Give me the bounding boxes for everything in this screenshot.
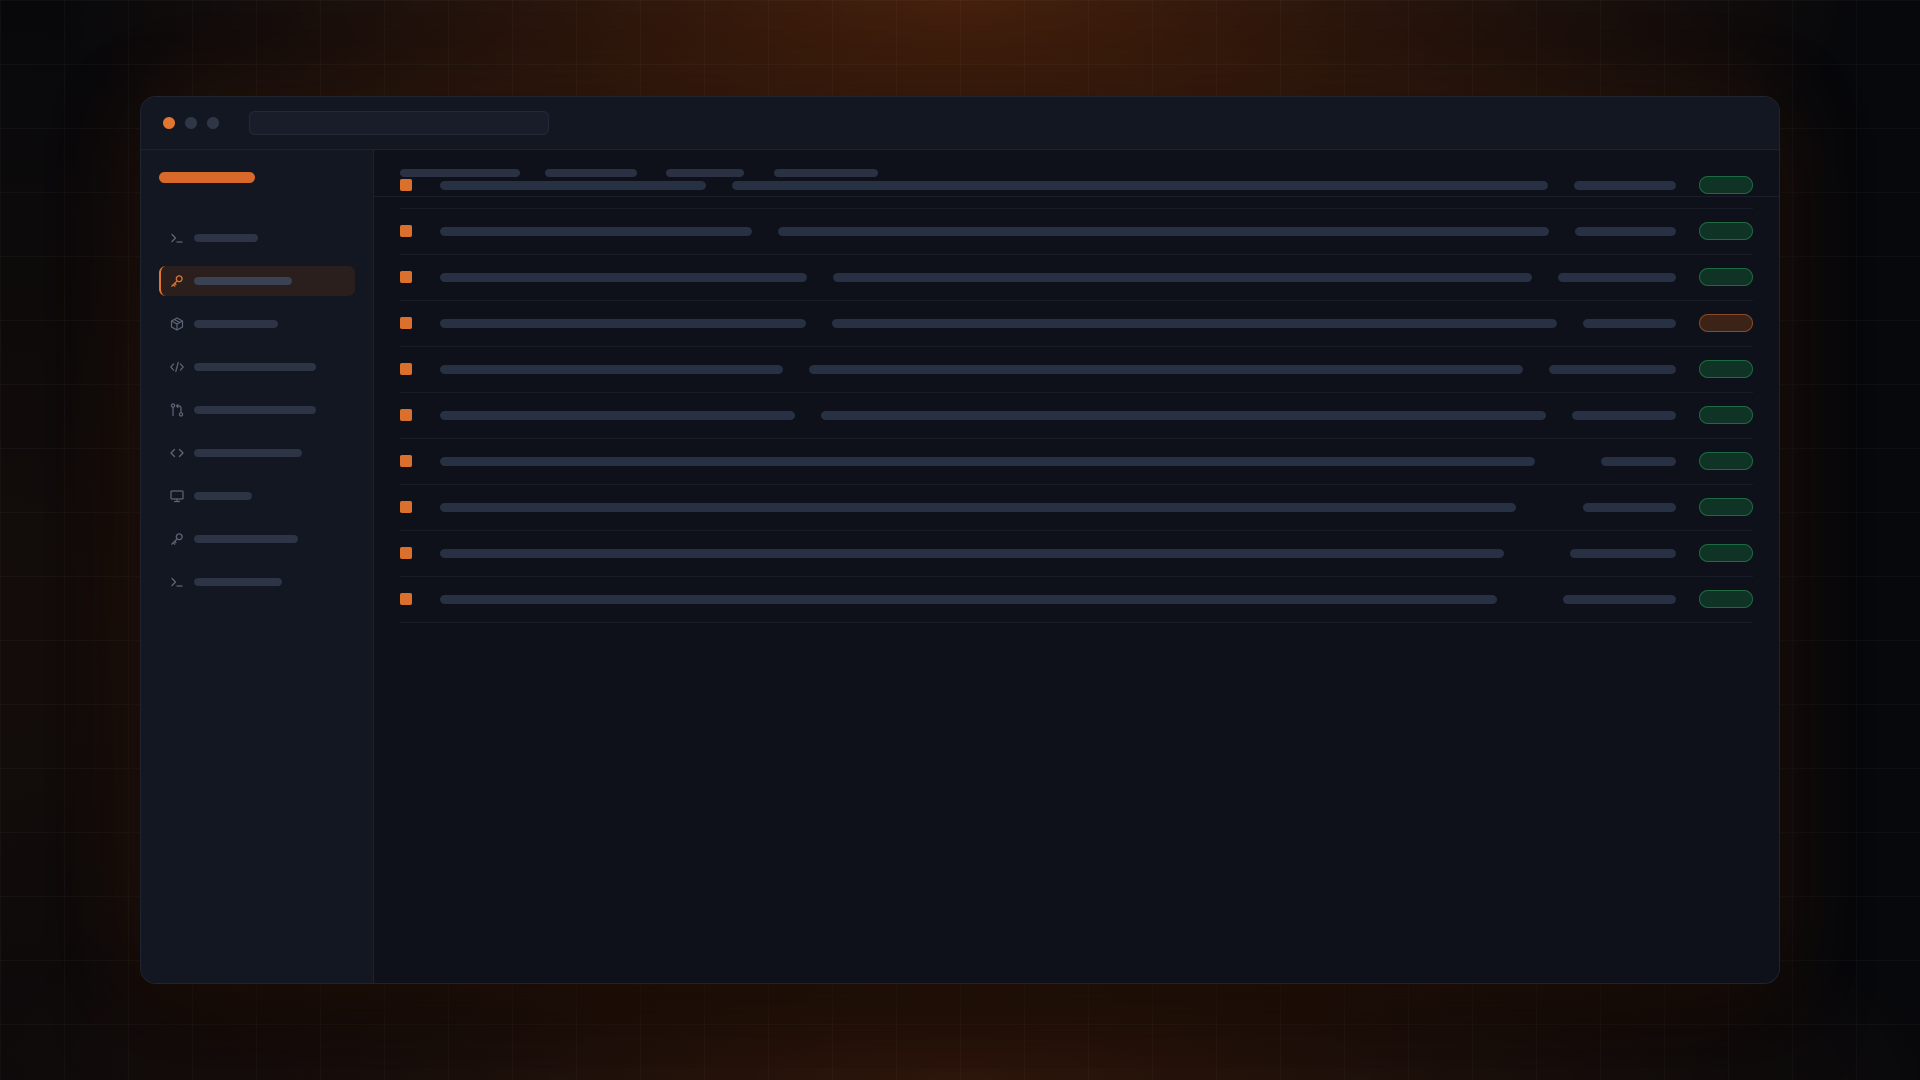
sidebar-item-label bbox=[194, 535, 298, 543]
sidebar-item-7[interactable] bbox=[159, 481, 355, 511]
sidebar-item-5[interactable] bbox=[159, 395, 355, 425]
row-meta bbox=[1583, 319, 1676, 328]
status-badge bbox=[1699, 314, 1753, 332]
sidebar-item-label bbox=[194, 363, 316, 371]
list-item[interactable] bbox=[400, 300, 1753, 347]
status-badge bbox=[1699, 176, 1753, 194]
row-checkbox[interactable] bbox=[400, 363, 412, 375]
row-title bbox=[440, 227, 752, 236]
list-item[interactable] bbox=[400, 254, 1753, 301]
main-content bbox=[374, 150, 1779, 983]
monitor-icon bbox=[169, 488, 185, 504]
row-meta bbox=[1583, 503, 1676, 512]
row-checkbox[interactable] bbox=[400, 317, 412, 329]
sidebar-item-9[interactable] bbox=[159, 567, 355, 597]
status-badge bbox=[1699, 498, 1753, 516]
row-title bbox=[440, 319, 806, 328]
list-item[interactable] bbox=[400, 346, 1753, 393]
row-meta bbox=[1549, 365, 1676, 374]
row-checkbox[interactable] bbox=[400, 455, 412, 467]
row-description bbox=[832, 319, 1557, 328]
status-badge bbox=[1699, 544, 1753, 562]
key-icon bbox=[169, 531, 185, 547]
sidebar-item-2[interactable] bbox=[159, 266, 355, 296]
address-bar[interactable] bbox=[249, 111, 549, 135]
sidebar bbox=[141, 150, 374, 983]
row-title bbox=[440, 365, 783, 374]
terminal-icon bbox=[169, 574, 185, 590]
code-icon bbox=[169, 359, 185, 375]
row-description bbox=[631, 595, 1497, 604]
row-meta bbox=[1574, 181, 1676, 190]
key-icon bbox=[169, 273, 185, 289]
status-badge bbox=[1699, 222, 1753, 240]
row-description bbox=[732, 181, 1548, 190]
list-item[interactable] bbox=[400, 392, 1753, 439]
list-item[interactable] bbox=[400, 576, 1753, 623]
sidebar-item-label bbox=[194, 234, 258, 242]
sidebar-item-label bbox=[194, 492, 252, 500]
sidebar-item-4[interactable] bbox=[159, 352, 355, 382]
sidebar-item-8[interactable] bbox=[159, 524, 355, 554]
row-meta bbox=[1601, 457, 1676, 466]
status-badge bbox=[1699, 360, 1753, 378]
sidebar-item-label bbox=[194, 449, 302, 457]
sidebar-item-label bbox=[194, 320, 278, 328]
row-description bbox=[741, 457, 1535, 466]
list-item[interactable] bbox=[400, 438, 1753, 485]
row-meta bbox=[1575, 227, 1676, 236]
row-description bbox=[809, 365, 1523, 374]
package-icon bbox=[169, 316, 185, 332]
list-item[interactable] bbox=[400, 208, 1753, 255]
terminal-icon bbox=[169, 230, 185, 246]
maximize-dot[interactable] bbox=[207, 117, 219, 129]
git-compare-icon bbox=[169, 402, 185, 418]
row-checkbox[interactable] bbox=[400, 547, 412, 559]
status-badge bbox=[1699, 406, 1753, 424]
row-description bbox=[613, 549, 1504, 558]
row-meta bbox=[1570, 549, 1676, 558]
status-badge bbox=[1699, 268, 1753, 286]
row-checkbox[interactable] bbox=[400, 225, 412, 237]
row-title bbox=[440, 181, 706, 190]
row-meta bbox=[1572, 411, 1676, 420]
row-title bbox=[440, 411, 795, 420]
status-badge bbox=[1699, 452, 1753, 470]
row-description bbox=[821, 411, 1546, 420]
row-checkbox[interactable] bbox=[400, 271, 412, 283]
row-description bbox=[833, 273, 1532, 282]
row-description bbox=[778, 227, 1549, 236]
list-item[interactable] bbox=[400, 162, 1753, 209]
code-brackets-icon bbox=[169, 445, 185, 461]
row-title bbox=[440, 549, 627, 558]
row-title bbox=[440, 503, 642, 512]
title-bar bbox=[141, 97, 1779, 150]
row-title bbox=[440, 457, 755, 466]
brand-logo bbox=[159, 172, 255, 183]
row-checkbox[interactable] bbox=[400, 409, 412, 421]
row-checkbox[interactable] bbox=[400, 501, 412, 513]
list-item[interactable] bbox=[400, 530, 1753, 577]
sidebar-item-label bbox=[194, 406, 316, 414]
list-item[interactable] bbox=[400, 484, 1753, 531]
status-badge bbox=[1699, 590, 1753, 608]
sidebar-item-1[interactable] bbox=[159, 223, 355, 253]
app-window bbox=[140, 96, 1780, 984]
row-title bbox=[440, 595, 645, 604]
sidebar-item-6[interactable] bbox=[159, 438, 355, 468]
sidebar-item-label bbox=[194, 277, 292, 285]
row-checkbox[interactable] bbox=[400, 179, 412, 191]
minimize-dot[interactable] bbox=[185, 117, 197, 129]
row-meta bbox=[1563, 595, 1676, 604]
row-checkbox[interactable] bbox=[400, 593, 412, 605]
sidebar-item-3[interactable] bbox=[159, 309, 355, 339]
row-description bbox=[628, 503, 1516, 512]
sidebar-item-label bbox=[194, 578, 282, 586]
row-title bbox=[440, 273, 807, 282]
close-dot[interactable] bbox=[163, 117, 175, 129]
row-meta bbox=[1558, 273, 1676, 282]
